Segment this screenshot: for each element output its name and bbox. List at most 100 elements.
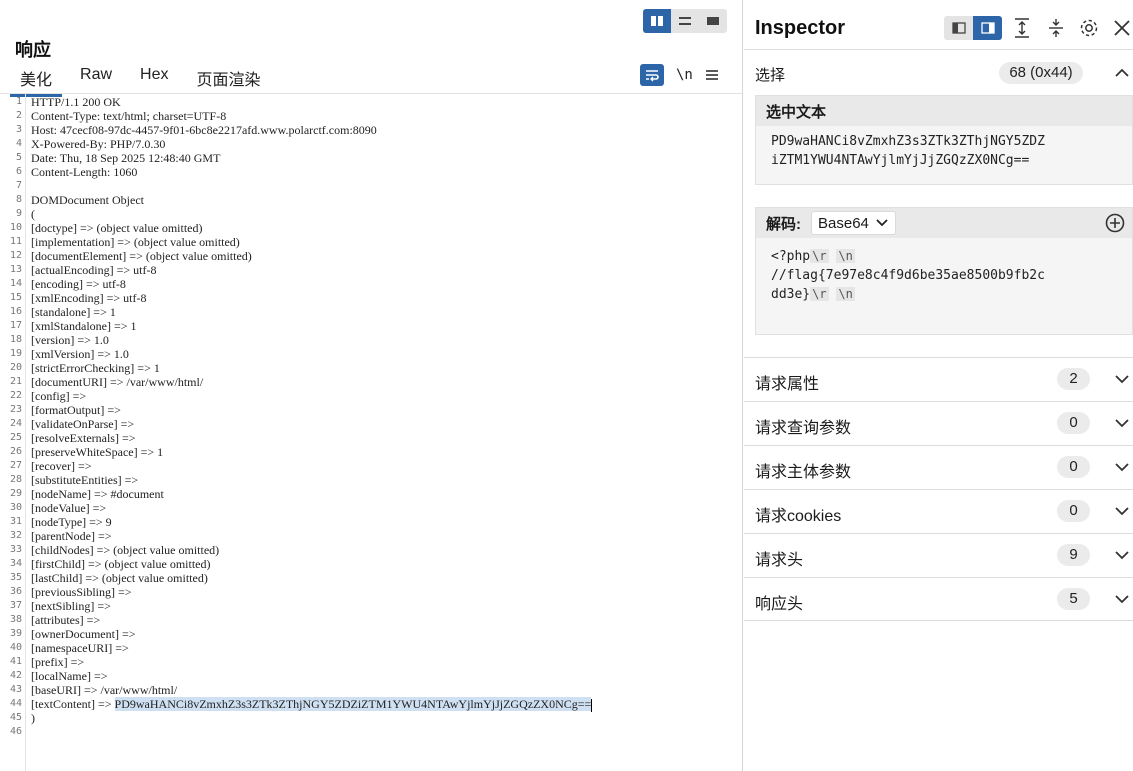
escape-cr: \r: [810, 287, 829, 301]
panel-right-button[interactable]: [973, 16, 1002, 40]
section-request-attributes[interactable]: 请求属性 2: [744, 357, 1133, 401]
section-label: 请求属性: [755, 376, 820, 393]
selected-text-highlight[interactable]: PD9waHANCi8vZmxhZ3s3ZTk3ZThjNGY5ZDZiZTM1…: [114, 697, 592, 711]
chevron-up-icon[interactable]: [1114, 65, 1130, 81]
section-body-params[interactable]: 请求主体参数 0: [744, 445, 1133, 489]
layout-toggle: [643, 9, 727, 33]
escape-cr: \r: [810, 249, 829, 263]
line-number: 41: [9, 656, 22, 667]
line-number: 36: [9, 586, 22, 597]
response-editor[interactable]: 1 2 3 4 5 6 7 8 9 10 11 12 13 14 15 16 17 18 19 20 21 22 23 24 2…: [0, 93, 742, 771]
code-line: [lastChild] => (object value omitted): [31, 571, 208, 585]
code-line: [strictErrorChecking] => 1: [31, 361, 160, 375]
collapse-all-button[interactable]: [1044, 15, 1068, 41]
code-line: [attributes] =>: [31, 613, 101, 627]
decoded-text: <?php: [771, 249, 811, 264]
selection-label: 选择: [755, 67, 786, 84]
decode-type-select[interactable]: Base64: [811, 211, 896, 235]
chevron-down-icon: [1115, 507, 1129, 516]
panel-left-icon: [951, 22, 966, 34]
line-number: 20: [9, 362, 22, 373]
close-inspector-button[interactable]: [1110, 15, 1133, 41]
settings-button[interactable]: [1077, 15, 1101, 41]
line-number: 30: [9, 502, 22, 513]
line-number: 34: [9, 558, 22, 569]
line-number: 32: [9, 530, 22, 541]
menu-button[interactable]: [705, 64, 719, 86]
code-line: ): [31, 711, 35, 725]
hamburger-icon: [705, 70, 718, 80]
inspector-panel: Inspector 选择 68 (0x44) 选中文本 PD9waHANCi8v…: [744, 0, 1133, 771]
section-label: 请求查询参数: [755, 420, 852, 437]
section-cookies[interactable]: 请求cookies 0: [744, 489, 1133, 533]
code-line: [nodeValue] =>: [31, 501, 107, 515]
code-line: [nodeType] => 9: [31, 515, 112, 529]
line-number: 7: [15, 180, 22, 191]
code-line: [version] => 1.0: [31, 333, 109, 347]
expand-icon: [1015, 18, 1029, 38]
section-response-headers[interactable]: 响应头 5: [744, 577, 1133, 621]
code-line: [parentNode] =>: [31, 529, 112, 543]
inspector-view-toggle: [944, 16, 1002, 40]
code-line: [previousSibling] =>: [31, 585, 132, 599]
line-number: 26: [9, 446, 22, 457]
stacked-view-button[interactable]: [671, 9, 699, 33]
line-number: 45: [9, 712, 22, 723]
code-line: [xmlStandalone] => 1: [31, 319, 137, 333]
line-number: 23: [9, 404, 22, 415]
code-line: [textContent] => PD9waHANCi8vZmxhZ3s3ZTk…: [31, 697, 593, 712]
show-newlines-button[interactable]: \n: [676, 64, 693, 86]
section-request-headers[interactable]: 请求头 9: [744, 533, 1133, 577]
line-number: 1: [15, 96, 22, 107]
line-number: 19: [9, 348, 22, 359]
code-line: [xmlEncoding] => utf-8: [31, 291, 147, 305]
page-title: 响应: [15, 40, 51, 60]
section-query-params[interactable]: 请求查询参数 0: [744, 401, 1133, 445]
line-number: 31: [9, 516, 22, 527]
code-line: [doctype] => (object value omitted): [31, 221, 203, 235]
line-number: 29: [9, 488, 22, 499]
panel-right-icon: [980, 22, 995, 34]
word-wrap-button[interactable]: [640, 64, 664, 86]
count-badge: 0: [1057, 412, 1090, 434]
selection-row[interactable]: 选择 68 (0x44): [744, 50, 1133, 94]
line-number: 43: [9, 684, 22, 695]
code-line: [preserveWhiteSpace] => 1: [31, 445, 164, 459]
code-line: [firstChild] => (object value omitted): [31, 557, 211, 571]
add-decode-icon[interactable]: [1104, 212, 1126, 234]
selected-text-line: iZTM1YWU4NTAwYjlmYjJjZGQzZX0NCg==: [771, 153, 1030, 168]
split-view-button[interactable]: [643, 9, 671, 33]
panel-left-button[interactable]: [944, 16, 973, 40]
selected-text-line: PD9waHANCi8vZmxhZ3s3ZTk3ZThjNGY5ZDZ: [771, 134, 1045, 149]
chevron-down-icon: [1115, 419, 1129, 428]
chevron-down-icon: [1115, 595, 1129, 604]
line-number: 10: [9, 222, 22, 233]
single-view-button[interactable]: [699, 9, 727, 33]
decoded-line: //flag{7e97e8c4f9d6be35ae8500b9fb2c: [771, 266, 1132, 285]
count-badge: 2: [1057, 368, 1090, 390]
code-line: [config] =>: [31, 389, 87, 403]
count-badge: 9: [1057, 544, 1090, 566]
line-number: 25: [9, 432, 22, 443]
selected-text-header: 选中文本: [756, 96, 1132, 126]
code-line: [resolveExternals] =>: [31, 431, 136, 445]
gear-icon: [1080, 19, 1098, 37]
line-number: 33: [9, 544, 22, 555]
code-line: Content-Length: 1060: [31, 165, 138, 179]
code-line: Host: 47cecf08-97dc-4457-9f01-6bc8e2217a…: [31, 123, 377, 137]
escape-lf: \n: [836, 249, 855, 263]
line-number: 11: [9, 236, 22, 247]
wrap-icon: [646, 70, 659, 82]
inspector-header: Inspector: [744, 0, 1133, 50]
count-badge: 0: [1057, 500, 1090, 522]
line-number: 6: [15, 166, 22, 177]
line-number: 46: [9, 726, 22, 737]
decode-box: 解码: Base64 <?php \r \n //flag{7e97e8c4f9d…: [755, 207, 1133, 335]
line-number: 15: [9, 292, 22, 303]
line-number: 3: [15, 124, 22, 135]
expand-all-button[interactable]: [1010, 15, 1034, 41]
decoded-line: <?php \r \n: [771, 247, 1132, 266]
chevron-down-icon: [876, 219, 888, 227]
code-line: [localName] =>: [31, 669, 108, 683]
section-label: 请求cookies: [755, 508, 842, 525]
